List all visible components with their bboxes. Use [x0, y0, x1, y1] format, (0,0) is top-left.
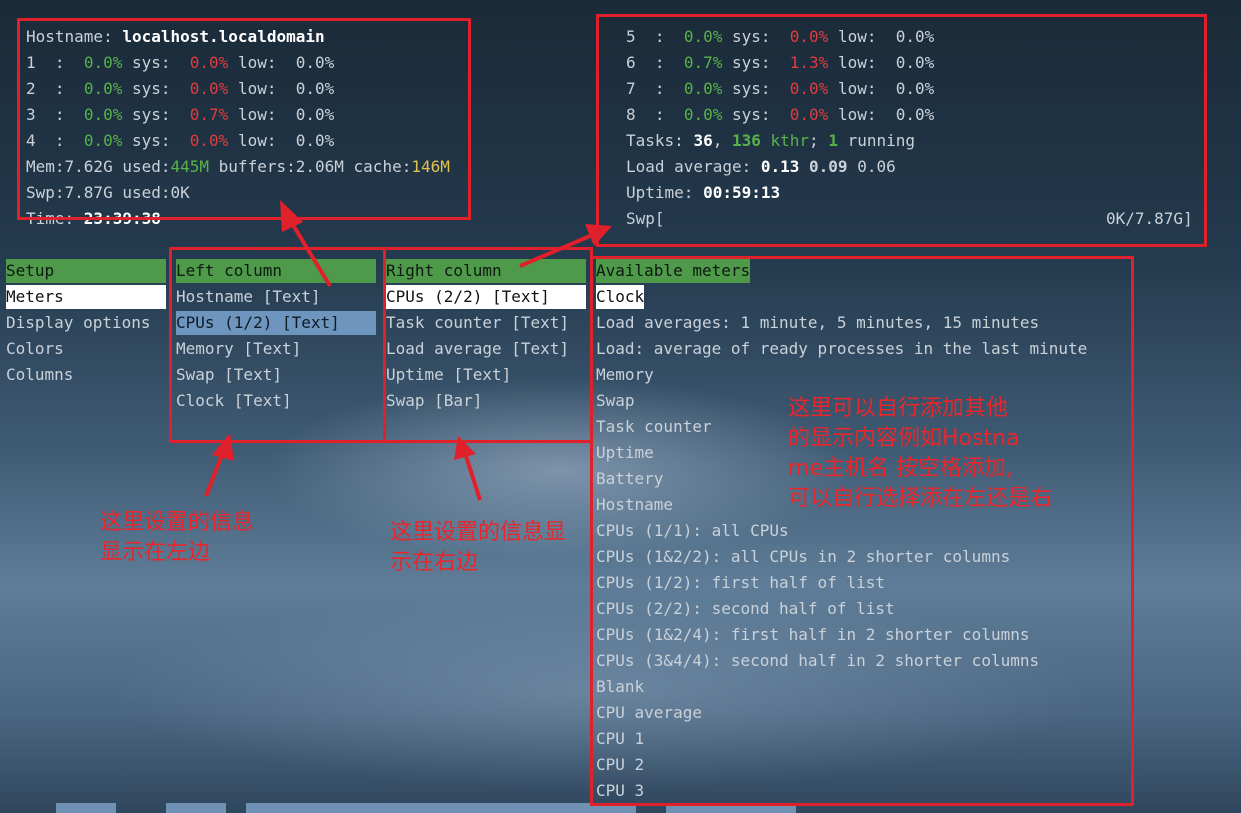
annotation-meters-note: 这里可以自行添加其他 的显示内容例如Hostna me主机名 按空格添加, 可以…: [788, 396, 1053, 511]
annotation-right-note: 这里设置的信息显 示在右边: [390, 520, 567, 575]
annotation-left-note: 这里设置的信息 显示在左边: [100, 510, 255, 565]
arrow-note-right: [464, 455, 482, 501]
arrow-head-icon: [212, 433, 234, 461]
arrow-head-icon: [454, 436, 476, 460]
arrow-head-icon: [280, 200, 303, 232]
arrow-left-column-to-header: [288, 218, 332, 288]
arrow-right-column-to-header: [519, 234, 591, 268]
annotation-arrows: [204, 200, 612, 501]
arrow-note-left: [204, 454, 224, 497]
